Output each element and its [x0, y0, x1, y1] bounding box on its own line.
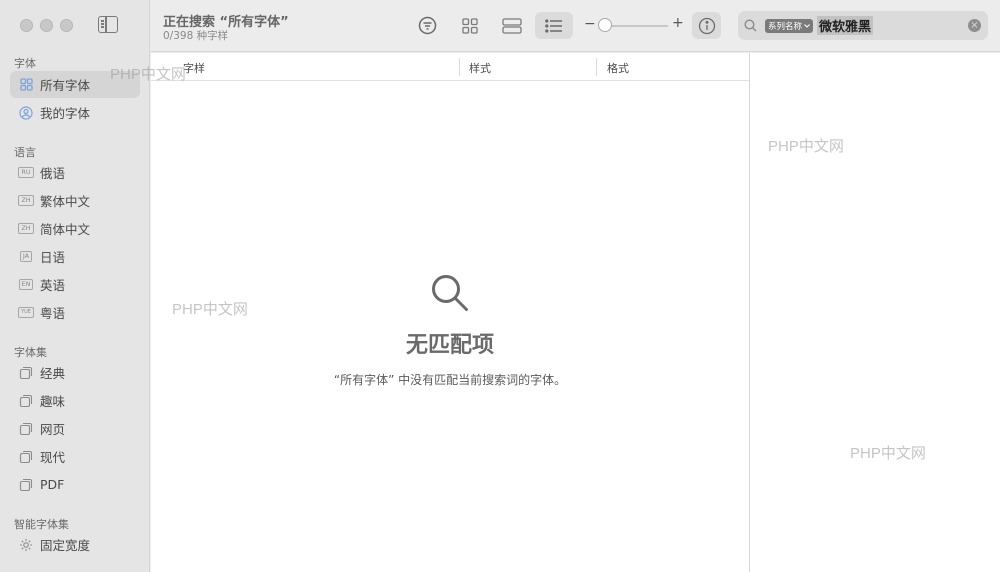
- search-scope-token[interactable]: 系列名称: [765, 18, 814, 33]
- watermark: PHP中文网: [110, 66, 186, 83]
- empty-state: 无匹配项 “所有字体” 中没有匹配当前搜索词的字体。: [151, 273, 749, 388]
- sidebar-item-label: 英语: [40, 278, 66, 293]
- search-scope-label: 系列名称: [768, 21, 803, 32]
- chevron-down-icon: [804, 23, 810, 28]
- sidebar-item-label: 粤语: [40, 306, 66, 321]
- size-slider-knob[interactable]: [598, 18, 612, 32]
- sidebar-item-label: 现代: [40, 450, 66, 465]
- clear-search-icon[interactable]: ×: [968, 19, 981, 32]
- search-icon: [744, 19, 757, 32]
- grid-icon: [462, 17, 478, 34]
- list-view-button[interactable]: [535, 12, 573, 39]
- sidebar-item-fun[interactable]: 趣味: [10, 387, 140, 414]
- sidebar-item-russian[interactable]: RU 俄语: [10, 159, 140, 186]
- sidebar-item-english[interactable]: EN 英语: [10, 271, 140, 298]
- user-circle-icon: [18, 105, 34, 121]
- column-divider[interactable]: [459, 58, 460, 76]
- sidebar-toggle-icon[interactable]: [98, 16, 118, 33]
- sidebar: 字体 所有字体 我的字体 语言 RU 俄语 ZH 繁体中文 ZH 简体中文 JA…: [0, 0, 150, 572]
- filter-icon: [418, 16, 437, 35]
- sidebar-item-my-fonts[interactable]: 我的字体: [10, 99, 140, 126]
- list-icon: [545, 18, 563, 33]
- sidebar-item-label: PDF: [40, 477, 65, 492]
- sidebar-item-classic[interactable]: 经典: [10, 359, 140, 386]
- collection-icon: [18, 421, 34, 437]
- zoom-in-button[interactable]: +: [672, 15, 684, 31]
- collection-icon: [18, 477, 34, 493]
- empty-state-message: “所有字体” 中没有匹配当前搜索词的字体。: [333, 373, 567, 387]
- sidebar-item-label: 日语: [40, 250, 66, 265]
- sidebar-item-label: 简体中文: [40, 222, 91, 237]
- language-badge-icon: ZH: [18, 195, 34, 206]
- collection-icon: [18, 393, 34, 409]
- section-label-languages: 语言: [14, 146, 36, 159]
- sidebar-item-label: 俄语: [40, 166, 66, 181]
- info-icon: [698, 17, 716, 35]
- rows-icon: [502, 17, 522, 34]
- search-input[interactable]: 微软雅黑: [817, 16, 874, 35]
- sidebar-item-label: 我的字体: [40, 106, 91, 121]
- empty-state-title: 无匹配项: [405, 333, 494, 358]
- sidebar-item-label: 网页: [40, 422, 66, 437]
- search-field[interactable]: 系列名称 微软雅黑 ×: [738, 11, 988, 40]
- gear-icon: [18, 537, 34, 553]
- section-label-collections: 字体集: [14, 346, 47, 359]
- result-count: 0/398 种字样: [163, 30, 229, 42]
- watermark: PHP中文网: [768, 138, 844, 155]
- language-badge-icon: EN: [18, 279, 34, 290]
- grid-view-button[interactable]: [451, 12, 489, 39]
- preview-panel: [750, 53, 1000, 572]
- sidebar-item-cantonese[interactable]: YUE 粤语: [10, 299, 140, 326]
- sidebar-item-japanese[interactable]: JA 日语: [10, 243, 140, 270]
- column-header-style[interactable]: 样式: [469, 60, 491, 76]
- sidebar-item-simplified-chinese[interactable]: ZH 简体中文: [10, 215, 140, 242]
- column-header-face[interactable]: 字样: [183, 60, 205, 76]
- collection-icon: [18, 365, 34, 381]
- sidebar-item-label: 经典: [40, 366, 66, 381]
- language-badge-icon: JA: [19, 251, 33, 262]
- sidebar-item-fixed-width[interactable]: 固定宽度: [10, 531, 140, 558]
- column-divider[interactable]: [596, 58, 597, 76]
- sidebar-item-modern[interactable]: 现代: [10, 443, 140, 470]
- language-badge-icon: ZH: [18, 223, 34, 234]
- grid-icon: [18, 77, 34, 93]
- sidebar-item-label: 固定宽度: [40, 538, 91, 553]
- strip-view-button[interactable]: [493, 12, 531, 39]
- table-header: 字样 样式 格式: [151, 53, 749, 81]
- info-button[interactable]: [692, 12, 721, 39]
- sidebar-item-web[interactable]: 网页: [10, 415, 140, 442]
- sidebar-item-pdf[interactable]: PDF: [10, 471, 140, 498]
- language-badge-icon: YUE: [18, 307, 34, 318]
- section-label-fonts: 字体: [14, 57, 36, 70]
- close-window-button[interactable]: [20, 19, 33, 32]
- toolbar: 正在搜索 “所有字体” 0/398 种字样 − + 系列名称 微软雅黑 ×: [151, 0, 1000, 52]
- window-controls: [20, 19, 73, 32]
- sidebar-item-label: 趣味: [40, 394, 66, 409]
- language-badge-icon: RU: [18, 167, 34, 178]
- section-label-smart: 智能字体集: [14, 518, 69, 531]
- zoom-out-button[interactable]: −: [584, 16, 596, 32]
- column-header-format[interactable]: 格式: [607, 60, 629, 76]
- sidebar-item-label: 所有字体: [40, 78, 91, 93]
- filter-button[interactable]: [408, 12, 446, 39]
- sidebar-item-traditional-chinese[interactable]: ZH 繁体中文: [10, 187, 140, 214]
- collection-icon: [18, 449, 34, 465]
- watermark: PHP中文网: [172, 301, 248, 318]
- zoom-window-button[interactable]: [60, 19, 73, 32]
- watermark: PHP中文网: [850, 445, 926, 462]
- sidebar-item-label: 繁体中文: [40, 194, 91, 209]
- minimize-window-button[interactable]: [40, 19, 53, 32]
